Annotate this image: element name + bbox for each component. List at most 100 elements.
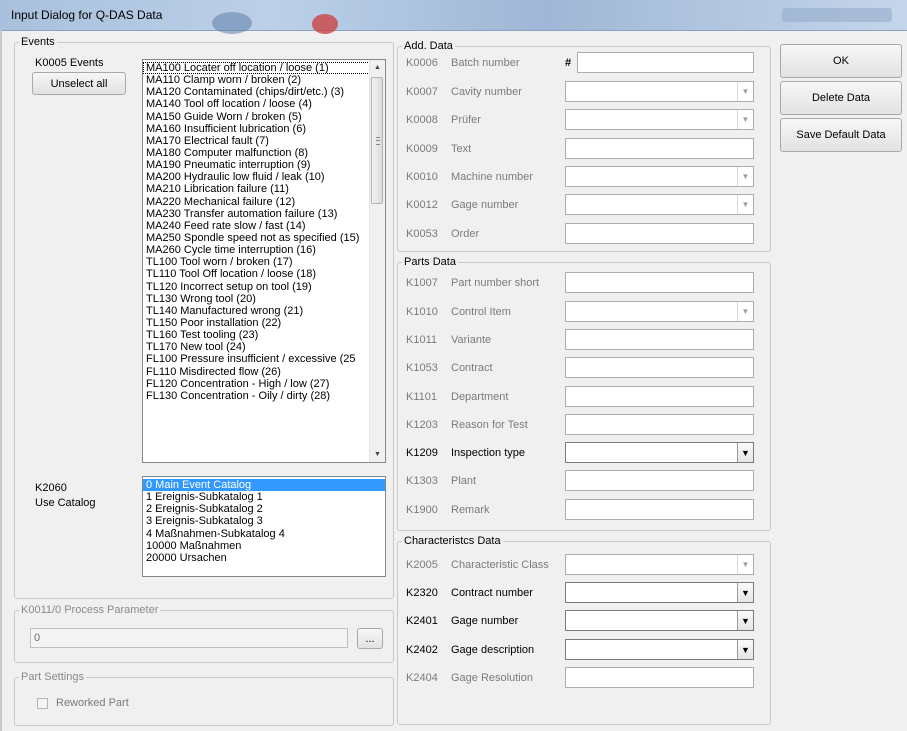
k2005-label: Characteristic Class	[451, 559, 549, 571]
list-item[interactable]: FL100 Pressure insufficient / excessive …	[143, 353, 370, 365]
dropdown-arrow-icon[interactable]: ▼	[737, 302, 753, 321]
k1209-dropdown[interactable]: ▼	[565, 442, 754, 463]
dropdown-arrow-icon[interactable]: ▼	[737, 82, 753, 101]
k1209-label: Inspection type	[451, 447, 525, 459]
list-item[interactable]: MA100 Locater off location / loose (1)	[143, 62, 370, 75]
catalog-item[interactable]: 1 Ereignis-Subkatalog 1	[143, 491, 385, 503]
k0008-dropdown[interactable]: ▼	[565, 109, 754, 130]
catalog-item[interactable]: 4 Maßnahmen-Subkatalog 4	[143, 528, 385, 540]
k2005-code: K2005	[406, 559, 438, 571]
list-item[interactable]: MA180 Computer malfunction (8)	[143, 147, 370, 159]
k2401-dropdown[interactable]: ▼	[565, 610, 754, 631]
dropdown-arrow-icon[interactable]: ▼	[737, 443, 753, 462]
list-item[interactable]: MA110 Clamp worn / broken (2)	[143, 74, 370, 86]
k0006-input[interactable]	[577, 52, 754, 73]
k0009-code: K0009	[406, 143, 438, 155]
k1010-dropdown[interactable]: ▼	[565, 301, 754, 322]
list-item[interactable]: MA220 Mechanical failure (12)	[143, 196, 370, 208]
reworked-part-checkbox[interactable]	[37, 698, 48, 709]
k0010-dropdown[interactable]: ▼	[565, 166, 754, 187]
k1203-code: K1203	[406, 419, 438, 431]
list-item[interactable]: MA230 Transfer automation failure (13)	[143, 208, 370, 220]
process-browse-button[interactable]: ...	[357, 628, 383, 649]
k1010-code: K1010	[406, 306, 438, 318]
list-item[interactable]: FL130 Concentration - Oily / dirty (28)	[143, 390, 370, 402]
process-parameter-value: 0	[34, 632, 41, 644]
dropdown-arrow-icon[interactable]: ▼	[737, 110, 753, 129]
list-item[interactable]: TL130 Wrong tool (20)	[143, 293, 370, 305]
dropdown-arrow-icon[interactable]: ▼	[737, 611, 753, 630]
k1010-label: Control Item	[451, 306, 511, 318]
list-item[interactable]: MA250 Spondle speed not as specified (15…	[143, 232, 370, 244]
scroll-down-icon[interactable]: ▼	[370, 447, 385, 462]
k0009-input[interactable]	[565, 138, 754, 159]
k0006-code: K0006	[406, 57, 438, 69]
dropdown-arrow-icon[interactable]: ▼	[737, 583, 753, 602]
k1303-input[interactable]	[565, 470, 754, 491]
k2404-input[interactable]	[565, 667, 754, 688]
k0012-dropdown[interactable]: ▼	[565, 194, 754, 215]
add-data-legend: Add. Data	[404, 40, 453, 52]
dropdown-arrow-icon[interactable]: ▼	[737, 195, 753, 214]
k2320-dropdown[interactable]: ▼	[565, 582, 754, 603]
k1900-input[interactable]	[565, 499, 754, 520]
k0008-label: Prüfer	[451, 114, 481, 126]
list-item[interactable]: FL110 Misdirected flow (26)	[143, 366, 370, 378]
list-item[interactable]: MA150 Guide Worn / broken (5)	[143, 111, 370, 123]
k2402-dropdown[interactable]: ▼	[565, 639, 754, 660]
catalog-item[interactable]: 3 Ereignis-Subkatalog 3	[143, 515, 385, 527]
k2320-label: Contract number	[451, 587, 533, 599]
events-legend: Events	[21, 36, 55, 48]
k1900-code: K1900	[406, 504, 438, 516]
unselect-all-button[interactable]: Unselect all	[32, 72, 126, 95]
catalog-item[interactable]: 20000 Ursachen	[143, 552, 385, 564]
list-item[interactable]: MA190 Pneumatic interruption (9)	[143, 159, 370, 171]
save-default-data-button[interactable]: Save Default Data	[780, 118, 902, 152]
scroll-thumb[interactable]	[371, 77, 383, 204]
dropdown-arrow-icon[interactable]: ▼	[737, 167, 753, 186]
list-item[interactable]: MA140 Tool off location / loose (4)	[143, 98, 370, 110]
k0053-input[interactable]	[565, 223, 754, 244]
k0007-code: K0007	[406, 86, 438, 98]
list-item[interactable]: TL110 Tool Off location / loose (18)	[143, 268, 370, 280]
k1007-input[interactable]	[565, 272, 754, 293]
catalog-item[interactable]: 0 Main Event Catalog	[143, 479, 385, 492]
list-item[interactable]: TL120 Incorrect setup on tool (19)	[143, 281, 370, 293]
list-item[interactable]: MA120 Contaminated (chips/dirt/etc.) (3)	[143, 86, 370, 98]
k2005-dropdown[interactable]: ▼	[565, 554, 754, 575]
delete-data-button[interactable]: Delete Data	[780, 81, 902, 115]
k1203-input[interactable]	[565, 414, 754, 435]
ok-button[interactable]: OK	[780, 44, 902, 78]
k0010-label: Machine number	[451, 171, 533, 183]
events-scrollbar[interactable]: ▲ ▼	[369, 60, 385, 462]
list-item[interactable]: TL150 Poor installation (22)	[143, 317, 370, 329]
list-item[interactable]: MA240 Feed rate slow / fast (14)	[143, 220, 370, 232]
list-item[interactable]: TL140 Manufactured wrong (21)	[143, 305, 370, 317]
k1011-input[interactable]	[565, 329, 754, 350]
catalog-item[interactable]: 2 Ereignis-Subkatalog 2	[143, 503, 385, 515]
events-code-label: K0005 Events	[35, 57, 104, 69]
k1053-input[interactable]	[565, 357, 754, 378]
k1011-code: K1011	[406, 334, 437, 346]
list-item[interactable]: TL160 Test tooling (23)	[143, 329, 370, 341]
list-item[interactable]: MA170 Electrical fault (7)	[143, 135, 370, 147]
list-item[interactable]: FL120 Concentration - High / low (27)	[143, 378, 370, 390]
dropdown-arrow-icon[interactable]: ▼	[737, 555, 753, 574]
catalog-item[interactable]: 10000 Maßnahmen	[143, 540, 385, 552]
k1101-input[interactable]	[565, 386, 754, 407]
k1209-code: K1209	[406, 447, 438, 459]
dropdown-arrow-icon[interactable]: ▼	[737, 640, 753, 659]
k1007-code: K1007	[406, 277, 438, 289]
list-item[interactable]: MA200 Hydraulic low fluid / leak (10)	[143, 171, 370, 183]
events-listbox[interactable]: MA100 Locater off location / loose (1) MA…	[142, 59, 386, 463]
k0007-dropdown[interactable]: ▼	[565, 81, 754, 102]
k1053-label: Contract	[451, 362, 493, 374]
catalog-listbox[interactable]: 0 Main Event Catalog 1 Ereignis-Subkatalo…	[142, 476, 386, 577]
process-parameter-input[interactable]: 0	[30, 628, 348, 648]
scroll-up-icon[interactable]: ▲	[370, 60, 385, 75]
list-item[interactable]: MA210 Librication failure (11)	[143, 183, 370, 195]
list-item[interactable]: TL170 New tool (24)	[143, 341, 370, 353]
list-item[interactable]: TL100 Tool worn / broken (17)	[143, 256, 370, 268]
list-item[interactable]: MA260 Cycle time interruption (16)	[143, 244, 370, 256]
list-item[interactable]: MA160 Insufficient lubrication (6)	[143, 123, 370, 135]
